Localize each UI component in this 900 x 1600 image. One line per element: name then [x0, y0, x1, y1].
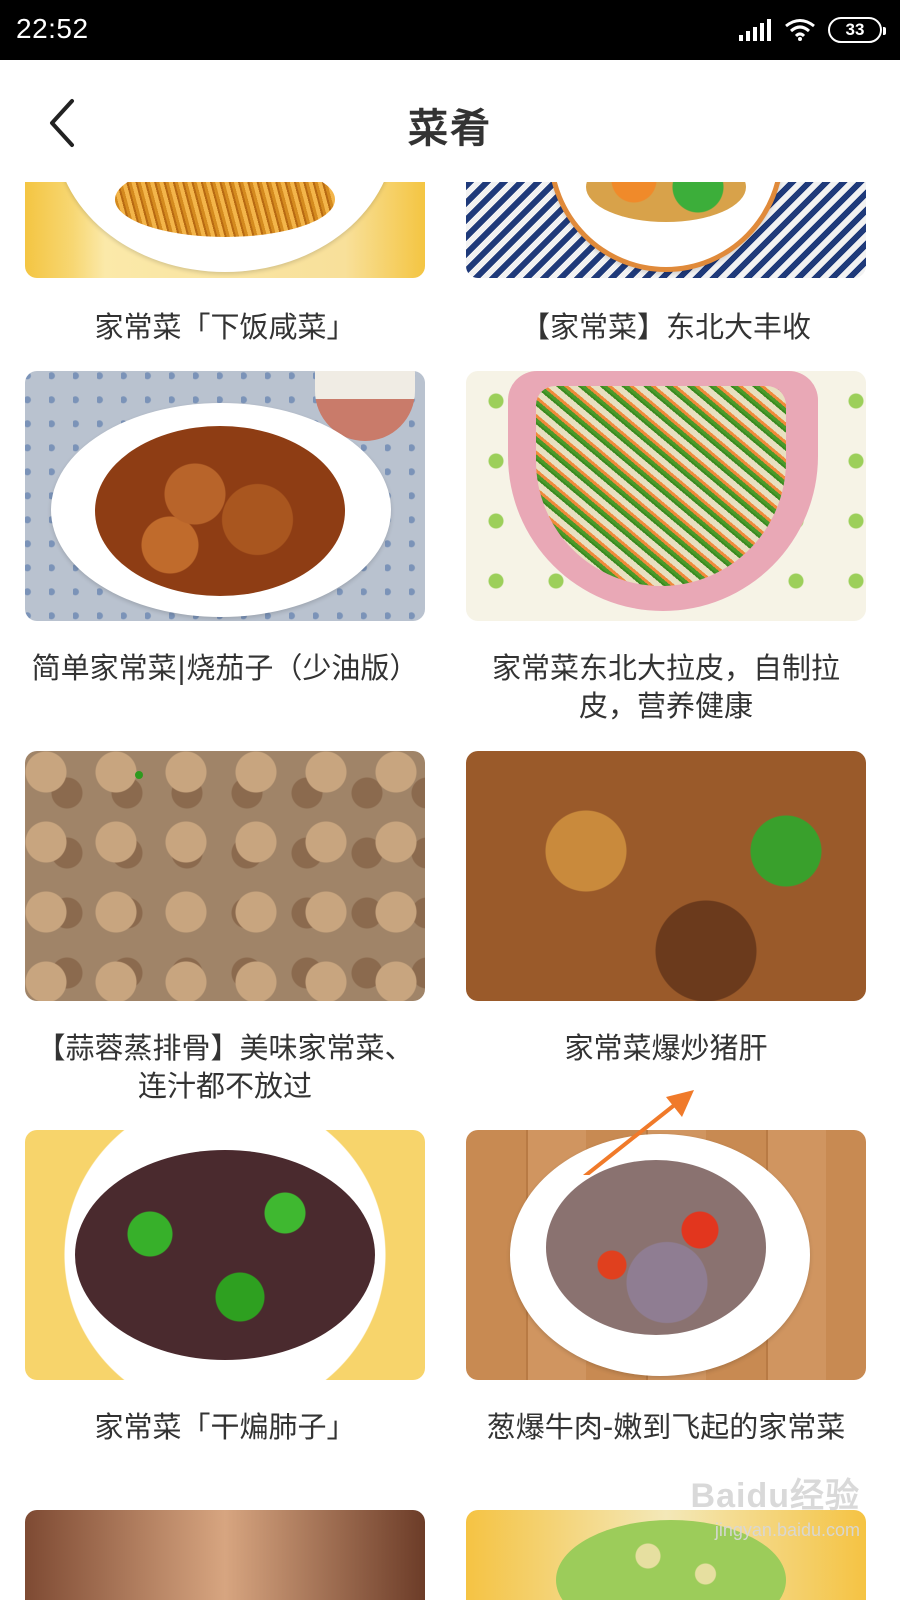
recipe-title[interactable]: 【家常菜】东北大丰收 — [466, 308, 866, 346]
recipe-card[interactable]: 家常菜「下饭咸菜」 — [25, 182, 425, 352]
wifi-icon — [785, 19, 815, 41]
status-time: 22:52 — [16, 13, 89, 44]
recipe-card[interactable]: 家常菜「干煸肺子」 — [25, 1130, 425, 1490]
recipe-card[interactable]: 家常菜爆炒猪肝 — [466, 751, 866, 1111]
signal-icon — [739, 19, 771, 41]
battery-icon: 33 — [828, 17, 886, 43]
recipe-title[interactable]: 家常菜爆炒猪肝 — [466, 1029, 866, 1067]
recipe-title[interactable]: 家常菜「干煸肺子」 — [25, 1408, 425, 1446]
recipe-image[interactable] — [25, 371, 425, 621]
recipe-title[interactable]: 简单家常菜|烧茄子（少油版） — [25, 649, 425, 687]
recipe-image[interactable] — [25, 1510, 425, 1600]
recipe-image[interactable] — [466, 182, 866, 278]
recipe-card[interactable]: 家常菜东北大拉皮，自制拉皮，营养健康 — [466, 371, 866, 731]
recipe-card[interactable]: 简单家常菜|烧茄子（少油版） — [25, 371, 425, 731]
recipe-card[interactable]: 葱爆牛肉-嫩到飞起的家常菜 — [466, 1130, 866, 1490]
watermark-url: jingyan.baidu.com — [714, 1520, 860, 1540]
recipe-title[interactable]: 家常菜东北大拉皮，自制拉皮，营养健康 — [466, 649, 866, 725]
recipe-image[interactable] — [25, 1130, 425, 1380]
status-bar: 22:52 33 — [0, 0, 900, 60]
recipe-image[interactable] — [466, 751, 866, 1001]
recipe-card[interactable]: 【家常菜】东北大丰收 — [466, 182, 866, 352]
recipe-image[interactable] — [466, 1130, 866, 1380]
page-title: 菜肴 — [408, 106, 492, 152]
recipe-card[interactable]: 【蒜蓉蒸排骨】美味家常菜、连汁都不放过 — [25, 751, 425, 1111]
recipe-image[interactable] — [25, 182, 425, 278]
header: 菜肴 — [0, 60, 900, 182]
recipe-title[interactable]: 家常菜「下饭咸菜」 — [25, 308, 425, 346]
watermark-logo: Baidu经验 — [690, 1477, 860, 1515]
recipe-title[interactable]: 葱爆牛肉-嫩到飞起的家常菜 — [466, 1408, 866, 1446]
status-icons: 33 — [738, 14, 886, 46]
recipe-title[interactable]: 【蒜蓉蒸排骨】美味家常菜、连汁都不放过 — [25, 1029, 425, 1105]
recipe-image[interactable] — [466, 371, 866, 621]
battery-level: 33 — [845, 20, 865, 39]
watermark: Baidu经验 jingyan.baidu.com — [680, 1468, 860, 1558]
recipe-image[interactable] — [25, 751, 425, 1001]
